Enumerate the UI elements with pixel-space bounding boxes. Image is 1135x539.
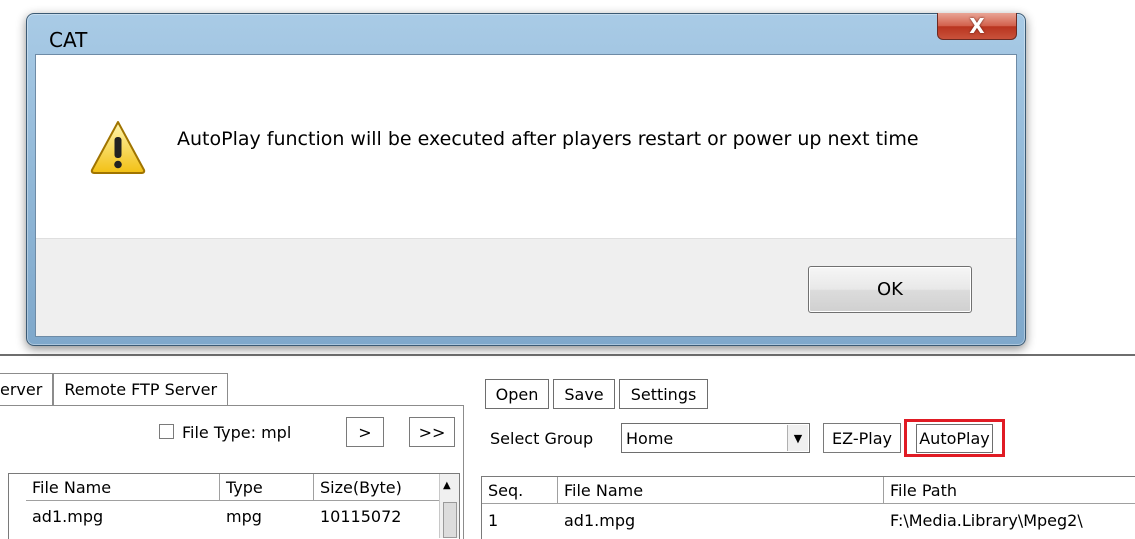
ok-button[interactable]: OK: [808, 266, 972, 313]
warning-icon: [90, 121, 146, 174]
playlist-row-name[interactable]: ad1.mpg: [558, 507, 884, 533]
settings-button[interactable]: Settings: [619, 379, 708, 409]
file-type-checkbox[interactable]: [159, 424, 174, 439]
col-header-seq[interactable]: Seq.: [482, 477, 558, 504]
table-row-type[interactable]: mpg: [220, 503, 314, 529]
col-header-file-path[interactable]: File Path: [884, 477, 1135, 504]
dialog-message: AutoPlay function will be executed after…: [177, 128, 919, 150]
playlist-row-seq[interactable]: 1: [482, 507, 558, 533]
message-area: AutoPlay function will be executed after…: [36, 55, 1016, 238]
close-icon: X: [969, 14, 985, 38]
save-button[interactable]: Save: [553, 379, 615, 409]
dialog-button-area: OK: [36, 238, 1016, 336]
col-header-file-name[interactable]: File Name: [26, 474, 220, 501]
scroll-thumb[interactable]: [443, 502, 457, 538]
col-header-file-name[interactable]: File Name: [558, 477, 884, 504]
local-file-table: File Name Type Size(Byte) ad1.mpg mpg 10…: [8, 473, 460, 539]
autoplay-button[interactable]: AutoPlay: [904, 419, 1005, 457]
tab-server[interactable]: erver: [0, 373, 54, 405]
message-dialog: CAT X AutoPlay function will be executed…: [26, 13, 1026, 346]
group-select-value: Home: [626, 429, 674, 448]
next-button[interactable]: >: [346, 417, 384, 447]
playlist-row-path[interactable]: F:\Media.Library\Mpeg2\: [884, 507, 1135, 533]
col-header-size[interactable]: Size(Byte): [314, 474, 440, 501]
window-separator: [0, 354, 1135, 356]
tab-remote-ftp-server[interactable]: Remote FTP Server: [53, 373, 229, 405]
all-button[interactable]: >>: [409, 417, 455, 447]
scroll-up-arrow-icon[interactable]: ▲: [443, 480, 451, 491]
ez-play-button[interactable]: EZ-Play: [823, 423, 901, 453]
table-scrollbar[interactable]: ▲: [439, 474, 459, 538]
col-header-type[interactable]: Type: [220, 474, 314, 501]
dialog-title: CAT: [49, 28, 88, 52]
select-group-label: Select Group: [490, 429, 594, 448]
left-tab-strip: erver Remote FTP Server: [0, 373, 229, 405]
table-row-name[interactable]: ad1.mpg: [26, 503, 220, 529]
table-row-size[interactable]: 10115072: [314, 503, 440, 529]
chevron-down-icon[interactable]: ▼: [787, 425, 808, 451]
autoplay-label: AutoPlay: [916, 423, 993, 453]
group-select[interactable]: Home ▼: [621, 423, 810, 453]
dialog-client-area: AutoPlay function will be executed after…: [35, 54, 1017, 337]
playlist-table: Seq. File Name File Path 1 ad1.mpg F:\Me…: [481, 476, 1135, 539]
open-button[interactable]: Open: [485, 379, 549, 409]
close-button[interactable]: X: [937, 13, 1017, 40]
file-type-label: File Type: mpl: [182, 423, 292, 442]
